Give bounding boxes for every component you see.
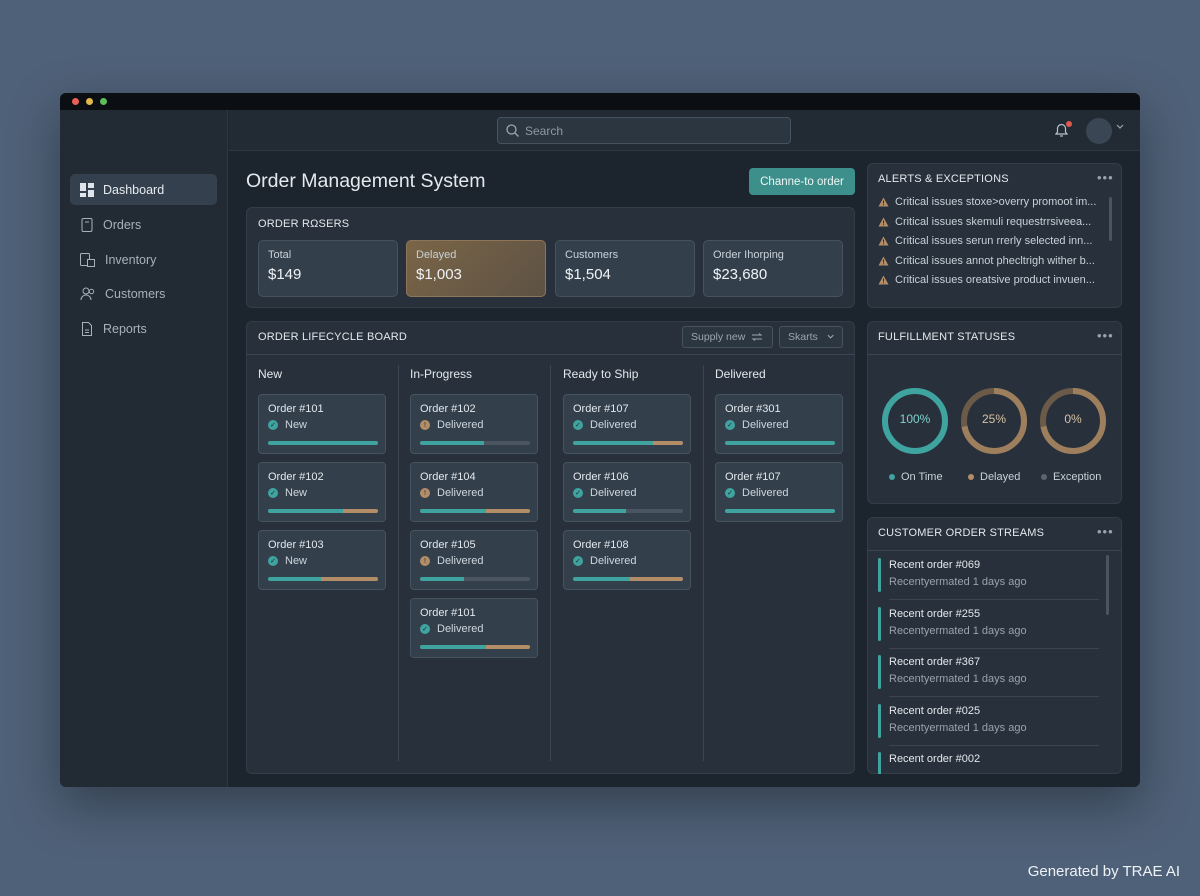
stream-accent xyxy=(878,655,881,689)
stream-accent xyxy=(878,703,881,738)
stream-accent xyxy=(878,752,881,774)
stream-subtitle: Recentyermated 1 days ago xyxy=(889,721,1027,734)
stream-title: Recent order #367 xyxy=(889,656,981,668)
stream-item[interactable]: Recent order #069 Recentyermated 1 days a… xyxy=(878,558,1100,600)
stream-accent xyxy=(878,606,881,641)
stream-title: Recent order #069 xyxy=(889,559,981,571)
stream-item[interactable]: Recent order #255 Recentyermated 1 days a… xyxy=(878,606,1100,649)
stream-subtitle: Recentyermated 1 days ago xyxy=(889,673,1027,685)
app-window: Dashboard Orders Inventory Customers Rep… xyxy=(60,93,1140,787)
stream-item[interactable]: Recent order #025 Recentyermated 1 days a… xyxy=(878,703,1100,746)
stream-divider xyxy=(889,744,1099,746)
stream-accent xyxy=(878,558,881,592)
stream-subtitle: Recentyermated 1 days ago xyxy=(889,624,1027,637)
stream-divider xyxy=(889,599,1099,600)
stream-divider xyxy=(889,696,1099,697)
stream-title: Recent order #255 xyxy=(889,607,981,620)
stream-item[interactable]: Recent order #367 Recentyermated 1 days a… xyxy=(878,655,1100,697)
stream-title: Recent order #002 xyxy=(889,753,981,765)
stream-list: Recent order #069 Recentyermated 1 days a… xyxy=(60,93,1140,774)
stream-title: Recent order #025 xyxy=(889,704,981,717)
stream-divider xyxy=(889,647,1099,649)
watermark: Generated by TRAE AI xyxy=(1027,863,1180,880)
stream-subtitle: Recentyermated 1 days ago xyxy=(889,576,1027,588)
stream-item[interactable]: Recent order #002 xyxy=(878,752,1100,774)
